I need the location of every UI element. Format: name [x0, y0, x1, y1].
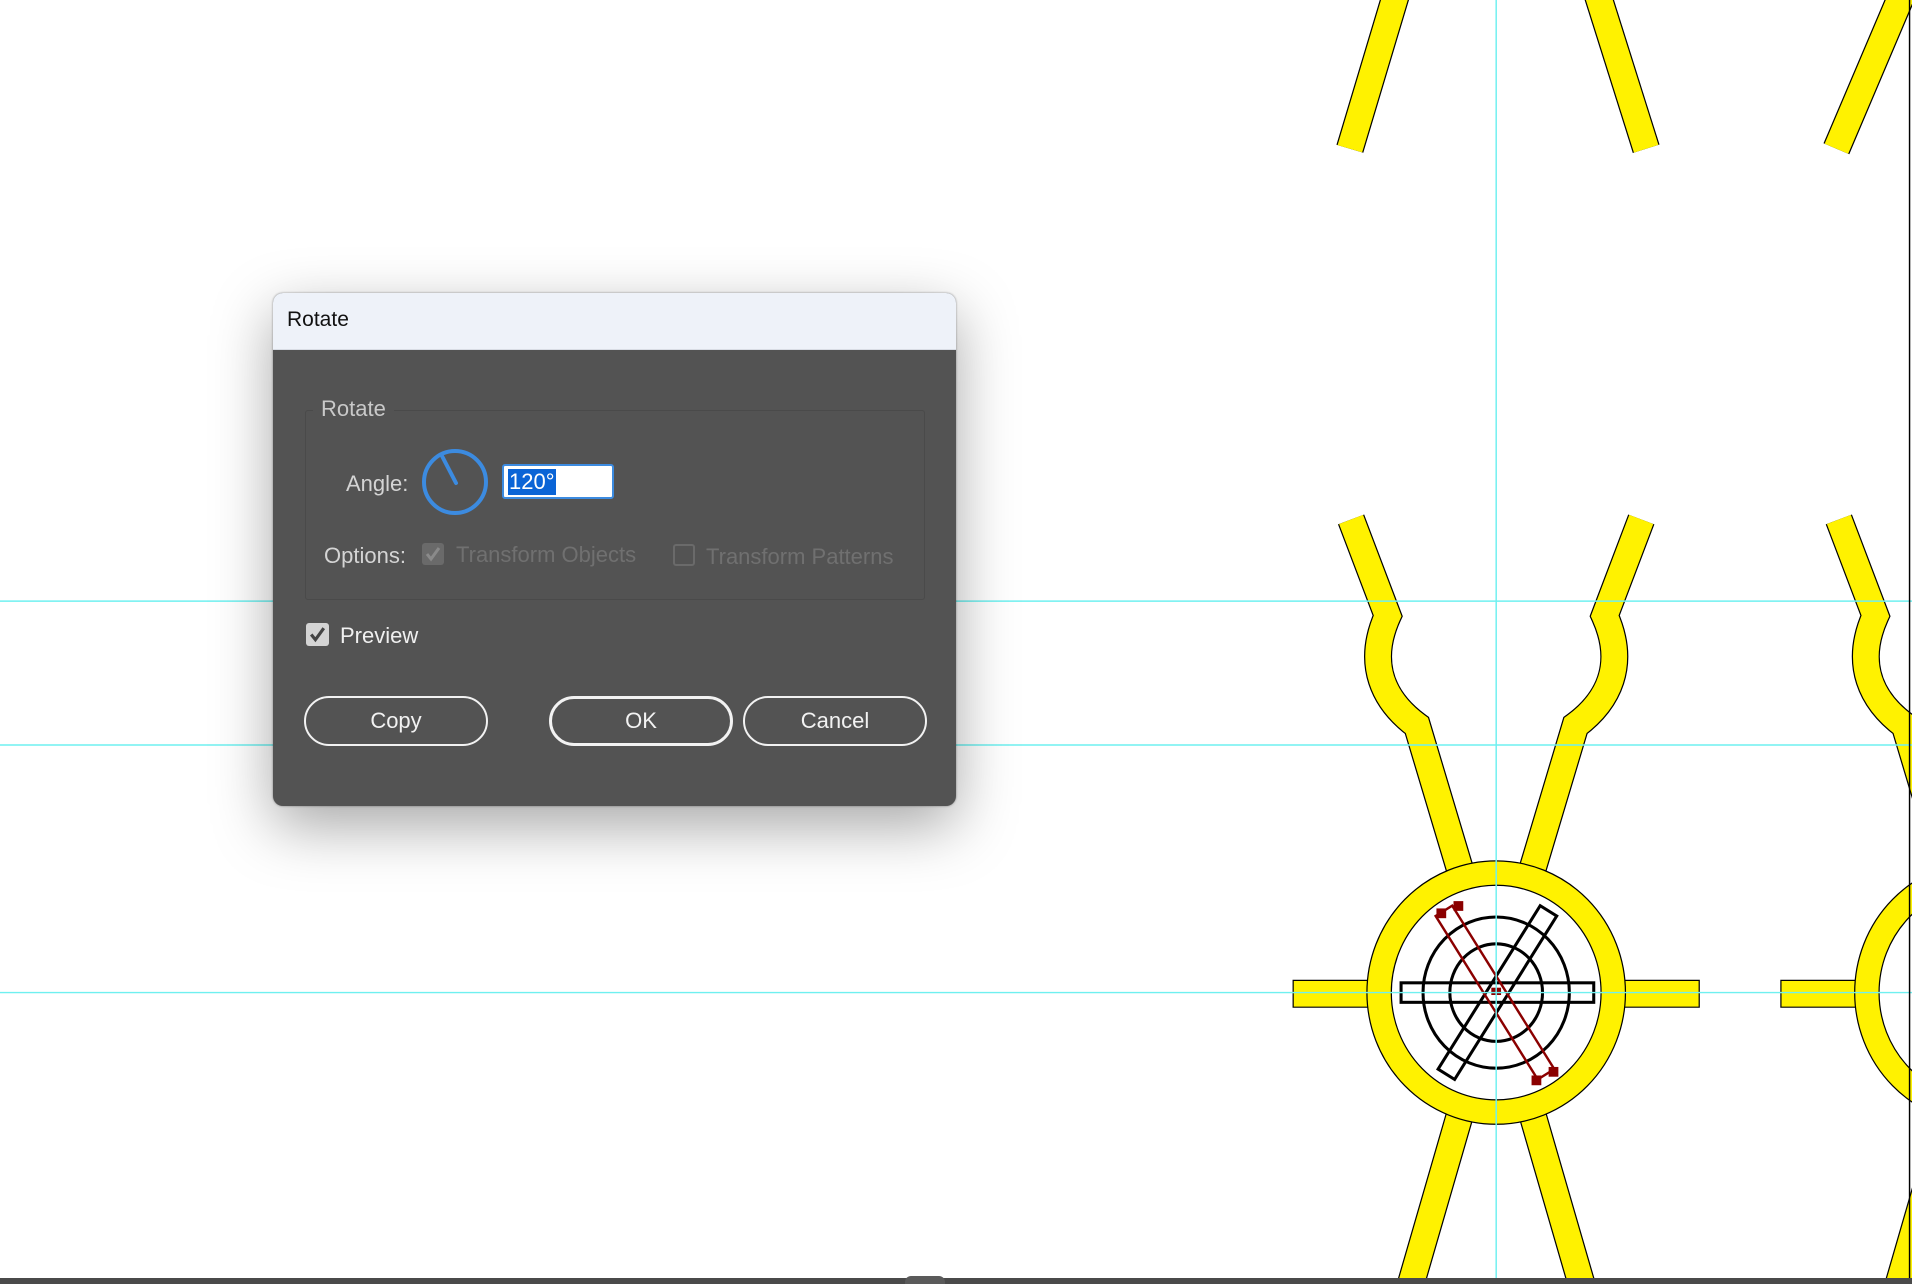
transform-objects-checkbox[interactable]: [422, 543, 444, 565]
checkmark-icon: [310, 627, 326, 643]
rotate-dialog: Rotate Rotate Angle: 120° Options: Trans…: [273, 293, 956, 806]
dialog-titlebar[interactable]: Rotate: [273, 293, 956, 350]
preview-checkbox[interactable]: [306, 623, 329, 646]
cancel-button[interactable]: Cancel: [743, 696, 927, 746]
transform-patterns-checkbox[interactable]: [673, 544, 695, 566]
ok-button[interactable]: OK: [549, 696, 733, 746]
angle-input[interactable]: 120°: [502, 464, 614, 499]
angle-label: Angle:: [346, 471, 409, 496]
scroll-handle[interactable]: [905, 1276, 945, 1284]
transform-patterns-label: Transform Patterns: [706, 544, 894, 569]
bottom-scrollbar[interactable]: [0, 1276, 1912, 1284]
rotate-group-label: Rotate: [313, 396, 394, 422]
transform-objects-label: Transform Objects: [456, 542, 637, 567]
copy-button[interactable]: Copy: [304, 696, 488, 746]
rotate-group: [305, 410, 925, 600]
checkmark-icon: [425, 547, 441, 562]
options-label: Options:: [324, 543, 406, 568]
artwork[interactable]: [1293, 0, 1912, 1284]
angle-dial-icon[interactable]: [420, 447, 490, 517]
angle-value: 120°: [508, 469, 556, 495]
preview-label: Preview: [340, 623, 419, 648]
dialog-title: Rotate: [287, 308, 349, 331]
